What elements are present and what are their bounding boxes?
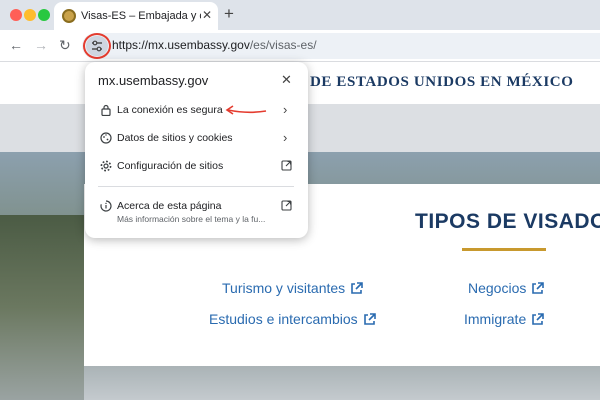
- close-icon[interactable]: ✕: [281, 72, 292, 88]
- lock-icon: [101, 104, 111, 116]
- external-link-icon: [532, 282, 545, 294]
- reload-button[interactable]: ↻: [59, 37, 71, 54]
- external-link-icon[interactable]: [281, 160, 292, 171]
- new-tab-button[interactable]: +: [224, 4, 234, 24]
- tab-close-icon[interactable]: ✕: [202, 8, 212, 22]
- cookie-icon: [100, 132, 112, 144]
- window-maximize-button[interactable]: [38, 9, 50, 21]
- about-page-subtitle: Más información sobre el tema y la fu...: [117, 214, 266, 224]
- forward-button[interactable]: →: [34, 37, 48, 53]
- window-minimize-button[interactable]: [24, 9, 36, 21]
- external-link-icon: [351, 282, 363, 294]
- browser-tab[interactable]: Visas-ES – Embajada y consu ✕: [54, 2, 218, 30]
- link-turismo-label: Turismo y visitantes: [222, 280, 346, 296]
- url-origin: https://mx.usembassy.gov: [112, 38, 250, 52]
- gear-icon: [100, 160, 112, 172]
- external-link-icon[interactable]: [281, 200, 292, 211]
- annotation-circle: [83, 33, 111, 59]
- site-settings-item[interactable]: Configuración de sitios: [117, 160, 223, 172]
- link-turismo[interactable]: Turismo y visitantes: [222, 280, 363, 296]
- external-link-icon: [363, 313, 376, 325]
- popup-divider: [98, 186, 294, 187]
- popup-domain: mx.usembassy.gov: [98, 73, 209, 88]
- tab-title: Visas-ES – Embajada y consu: [81, 10, 201, 22]
- annotation-arrow: [225, 105, 267, 115]
- section-title: TIPOS DE VISADO: [415, 210, 600, 233]
- link-estudios-label: Estudios e intercambios: [209, 311, 358, 327]
- about-page-icon: [100, 200, 112, 212]
- link-negocios-label: Negocios: [468, 280, 527, 296]
- url-path: /es/visas-es/: [249, 38, 317, 52]
- chevron-right-icon[interactable]: ›: [283, 102, 287, 117]
- link-negocios[interactable]: Negocios: [468, 280, 545, 296]
- chevron-right-icon[interactable]: ›: [283, 130, 287, 145]
- external-link-icon: [532, 313, 545, 325]
- header-title: DE ESTADOS UNIDOS EN MÉXICO: [310, 74, 574, 90]
- hero-mist-image: [84, 366, 600, 400]
- hero-cliff-image: [0, 215, 84, 400]
- back-button[interactable]: ←: [9, 37, 23, 53]
- link-estudios[interactable]: Estudios e intercambios: [209, 311, 376, 327]
- link-immigrate[interactable]: Immigrate: [464, 311, 545, 327]
- link-immigrate-label: Immigrate: [464, 311, 527, 327]
- cookies-item[interactable]: Datos de sitios y cookies: [117, 132, 233, 144]
- embassy-seal-favicon-icon: [62, 9, 76, 23]
- connection-secure-item[interactable]: La conexión es segura: [117, 104, 223, 116]
- title-underline: [462, 248, 546, 251]
- url-text[interactable]: https://mx.usembassy.gov/es/visas-es/: [112, 38, 317, 52]
- about-page-item[interactable]: Acerca de esta página: [117, 200, 222, 212]
- window-close-button[interactable]: [10, 9, 22, 21]
